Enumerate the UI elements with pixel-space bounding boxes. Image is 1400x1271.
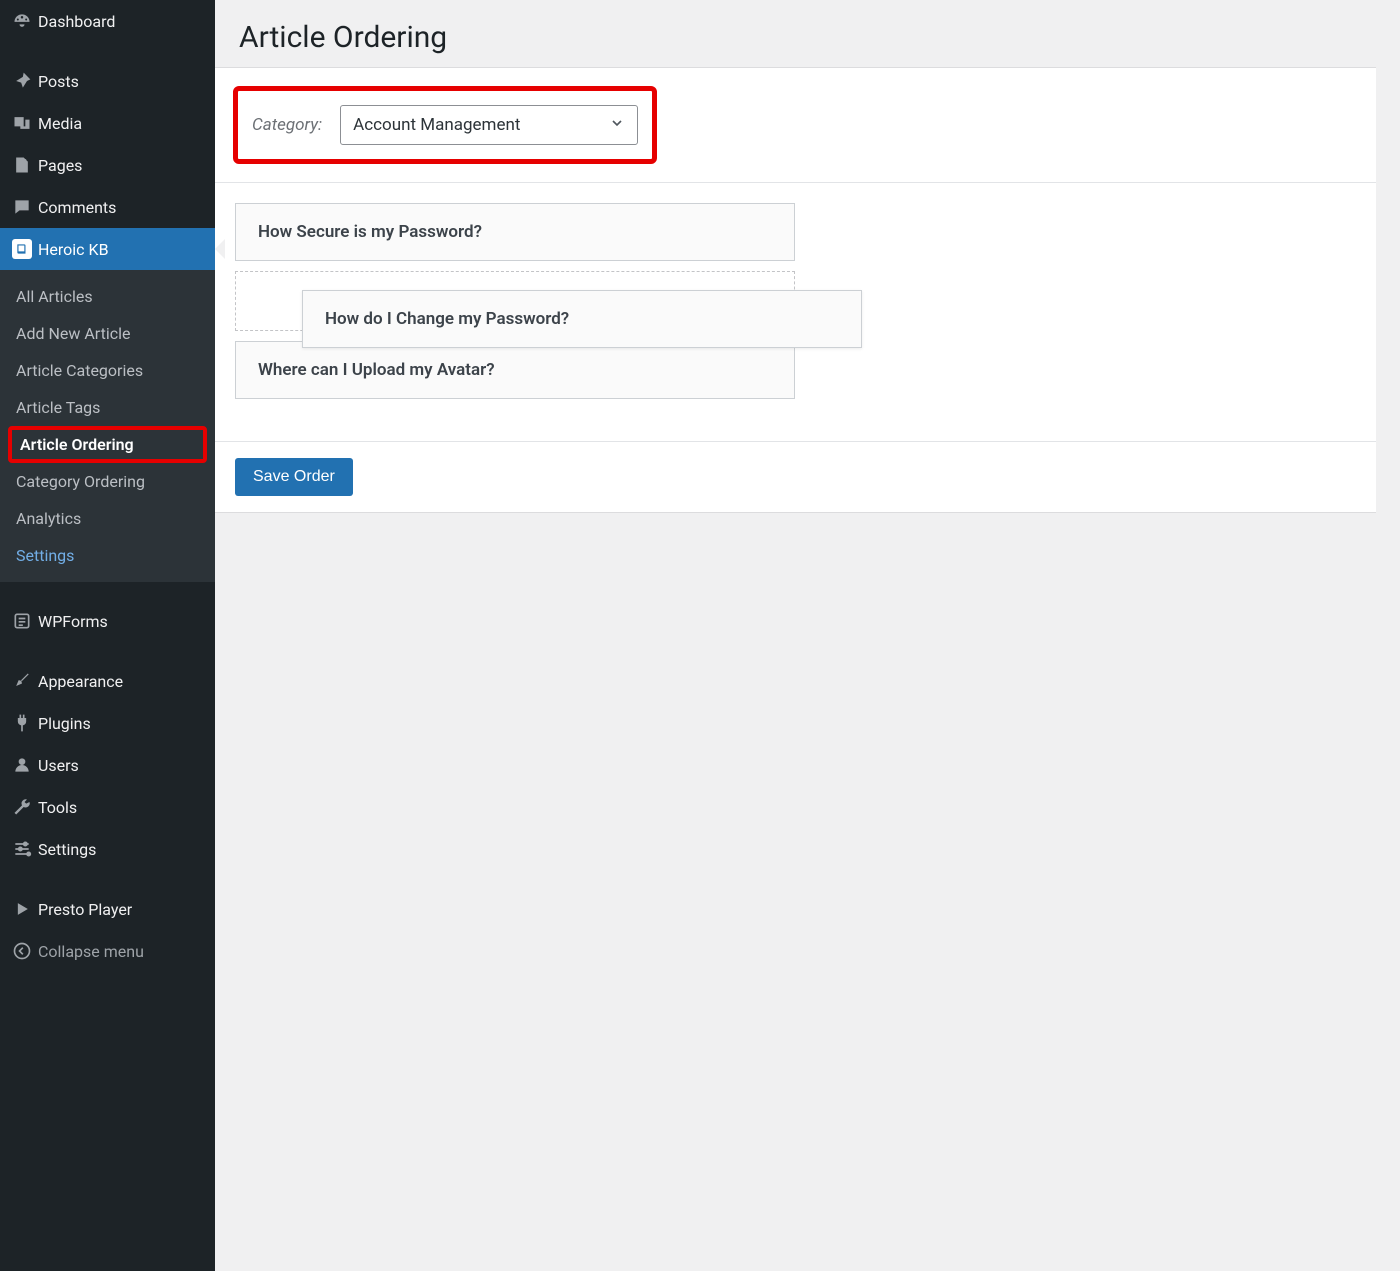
sidebar-item-appearance[interactable]: Appearance bbox=[0, 660, 215, 702]
drag-placeholder: How do I Change my Password? bbox=[235, 271, 795, 331]
sidebar-label: Presto Player bbox=[38, 900, 132, 919]
sidebar-item-tools[interactable]: Tools bbox=[0, 786, 215, 828]
wrench-icon bbox=[12, 797, 38, 817]
sidebar-label: Appearance bbox=[38, 672, 123, 691]
pin-icon bbox=[12, 71, 38, 91]
chevron-down-icon bbox=[609, 115, 625, 136]
sidebar-label: WPForms bbox=[38, 612, 108, 631]
sidebar-item-wpforms[interactable]: WPForms bbox=[0, 600, 215, 642]
submenu-all-articles[interactable]: All Articles bbox=[0, 278, 215, 315]
highlight-box-category: Category: Account Management bbox=[233, 86, 657, 164]
sidebar-label: Users bbox=[38, 756, 79, 775]
book-icon bbox=[12, 239, 38, 259]
article-item-dragging[interactable]: How do I Change my Password? bbox=[302, 290, 862, 348]
sidebar-item-heroic-kb[interactable]: Heroic KB bbox=[0, 228, 215, 270]
articles-sortable-list[interactable]: How Secure is my Password? How do I Chan… bbox=[215, 183, 1376, 441]
sidebar-label: Plugins bbox=[38, 714, 91, 733]
ordering-panel: Category: Account Management How Secure … bbox=[215, 67, 1376, 513]
media-icon bbox=[12, 113, 38, 133]
sidebar-item-pages[interactable]: Pages bbox=[0, 144, 215, 186]
sidebar-label: Media bbox=[38, 114, 82, 133]
sidebar-item-media[interactable]: Media bbox=[0, 102, 215, 144]
user-icon bbox=[12, 755, 38, 775]
sidebar-label: Settings bbox=[38, 840, 96, 859]
heroic-submenu: All Articles Add New Article Article Cat… bbox=[0, 270, 215, 582]
sidebar-item-comments[interactable]: Comments bbox=[0, 186, 215, 228]
article-item[interactable]: Where can I Upload my Avatar? bbox=[235, 341, 795, 399]
collapse-menu[interactable]: Collapse menu bbox=[0, 930, 215, 972]
form-icon bbox=[12, 611, 38, 631]
main-content: Article Ordering Category: Account Manag… bbox=[215, 0, 1400, 1271]
sidebar-label: Comments bbox=[38, 198, 116, 217]
submenu-article-categories[interactable]: Article Categories bbox=[0, 352, 215, 389]
sidebar-label: Heroic KB bbox=[38, 240, 109, 259]
brush-icon bbox=[12, 671, 38, 691]
save-order-button[interactable]: Save Order bbox=[235, 458, 353, 496]
play-icon bbox=[12, 899, 38, 919]
category-select[interactable]: Account Management bbox=[340, 105, 638, 145]
category-filter-row: Category: Account Management bbox=[215, 68, 1376, 183]
admin-sidebar: Dashboard Posts Media Pages Comments Her bbox=[0, 0, 215, 1271]
submenu-add-new-article[interactable]: Add New Article bbox=[0, 315, 215, 352]
pages-icon bbox=[12, 155, 38, 175]
sidebar-item-posts[interactable]: Posts bbox=[0, 60, 215, 102]
highlight-box-article-ordering: Article Ordering bbox=[8, 426, 207, 463]
sidebar-label: Posts bbox=[38, 72, 79, 91]
collapse-icon bbox=[12, 941, 38, 961]
category-selected-value: Account Management bbox=[353, 115, 520, 135]
submenu-article-tags[interactable]: Article Tags bbox=[0, 389, 215, 426]
sidebar-label: Tools bbox=[38, 798, 77, 817]
sidebar-item-presto[interactable]: Presto Player bbox=[0, 888, 215, 930]
page-title: Article Ordering bbox=[215, 0, 1400, 67]
submenu-category-ordering[interactable]: Category Ordering bbox=[0, 463, 215, 500]
submenu-analytics[interactable]: Analytics bbox=[0, 500, 215, 537]
sidebar-label: Collapse menu bbox=[38, 942, 144, 961]
sidebar-label: Dashboard bbox=[38, 12, 115, 31]
save-area: Save Order bbox=[215, 441, 1376, 512]
sidebar-item-users[interactable]: Users bbox=[0, 744, 215, 786]
sidebar-item-dashboard[interactable]: Dashboard bbox=[0, 0, 215, 42]
submenu-article-ordering[interactable]: Article Ordering bbox=[12, 430, 203, 459]
dashboard-icon bbox=[12, 11, 38, 31]
plug-icon bbox=[12, 713, 38, 733]
sidebar-item-settings[interactable]: Settings bbox=[0, 828, 215, 870]
article-item[interactable]: How Secure is my Password? bbox=[235, 203, 795, 261]
category-label: Category: bbox=[252, 115, 322, 135]
submenu-settings[interactable]: Settings bbox=[0, 537, 215, 574]
sidebar-item-plugins[interactable]: Plugins bbox=[0, 702, 215, 744]
comment-icon bbox=[12, 197, 38, 217]
sidebar-label: Pages bbox=[38, 156, 82, 175]
sliders-icon bbox=[12, 839, 38, 859]
